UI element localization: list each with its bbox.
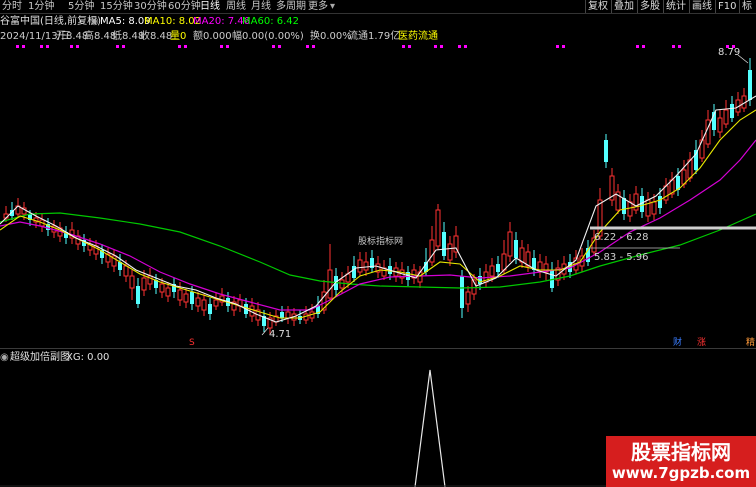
- signal-dot: [40, 45, 43, 48]
- candlesticks: [3, 58, 752, 334]
- candle-body: [208, 304, 212, 314]
- signal-dot: [636, 45, 639, 48]
- candle-body: [357, 259, 363, 273]
- candle-body: [435, 209, 441, 247]
- candle-body: [622, 198, 626, 214]
- signal-dot: [642, 45, 645, 48]
- signal-dots: [16, 45, 735, 48]
- signal-dot: [122, 45, 125, 48]
- candle-body: [723, 109, 729, 125]
- signal-dot: [46, 45, 49, 48]
- candle-body: [748, 70, 752, 100]
- signal-dot: [278, 45, 281, 48]
- candle-body: [159, 283, 165, 293]
- candle-body: [496, 264, 500, 272]
- candle-body: [136, 286, 140, 304]
- candle-body: [501, 253, 507, 271]
- candle-body: [651, 201, 657, 215]
- candle-body: [627, 201, 633, 217]
- candle-body: [285, 311, 291, 319]
- candle-body: [514, 240, 518, 258]
- signal-dot: [272, 45, 275, 48]
- xg-spike: [414, 369, 446, 487]
- gear-icon[interactable]: ◉: [0, 351, 9, 364]
- candle-body: [645, 199, 651, 217]
- candle-body: [658, 196, 662, 208]
- signal-dot: [408, 45, 411, 48]
- candle-body: [177, 289, 183, 301]
- candle-body: [213, 299, 219, 307]
- signal-dot: [116, 45, 119, 48]
- candle-body: [363, 261, 369, 271]
- signal-dot: [226, 45, 229, 48]
- signal-dot: [562, 45, 565, 48]
- candle-body: [165, 287, 171, 297]
- signal-dot: [434, 45, 437, 48]
- candle-body: [129, 275, 135, 289]
- watermark-title: 股票指标网: [631, 440, 731, 464]
- signal-dot: [70, 45, 73, 48]
- candle-body: [429, 239, 435, 263]
- signal-dot: [556, 45, 559, 48]
- high-price-label: 8.79: [718, 47, 741, 58]
- signal-dot: [464, 45, 467, 48]
- candle-body: [280, 312, 284, 318]
- watermark-url: www.7gpzb.com: [611, 464, 751, 482]
- candle-body: [123, 265, 129, 277]
- candle-body: [339, 279, 345, 289]
- signal-dot: [678, 45, 681, 48]
- candle-body: [489, 265, 495, 277]
- ma20-line: [0, 139, 756, 311]
- candle-body: [190, 292, 194, 304]
- candle-body: [717, 117, 723, 133]
- zone-label-2: 5.83 - 5.96: [594, 252, 649, 263]
- ma10-line: [0, 109, 756, 319]
- low-price-label: 4.71: [269, 329, 292, 340]
- candle-body: [442, 232, 446, 256]
- signal-dot: [672, 45, 675, 48]
- candle-body: [519, 247, 525, 263]
- candle-body: [447, 243, 453, 261]
- zone-label-1: 6.22 - 6.28: [594, 232, 649, 243]
- candle-body: [730, 104, 734, 118]
- candle-body: [478, 276, 482, 284]
- low-marker: [261, 327, 269, 336]
- signal-dot: [184, 45, 187, 48]
- candle-body: [183, 293, 189, 303]
- subchart-title: 超级加倍副图: [10, 352, 70, 363]
- signal-dot: [22, 45, 25, 48]
- candle-body: [141, 277, 147, 291]
- candle-body: [604, 140, 608, 162]
- signal-dot: [76, 45, 79, 48]
- signal-dot: [312, 45, 315, 48]
- candle-body: [327, 269, 333, 299]
- signal-dot: [306, 45, 309, 48]
- candle-body: [460, 276, 464, 308]
- signal-dot: [440, 45, 443, 48]
- signal-dot: [402, 45, 405, 48]
- signal-dot: [220, 45, 223, 48]
- signal-dot: [458, 45, 461, 48]
- site-watermark: 股票指标网 www.7gpzb.com: [606, 436, 756, 487]
- candle-body: [201, 299, 207, 311]
- xg-value: XG: 0.00: [66, 352, 110, 363]
- candle-body: [195, 297, 201, 307]
- candle-body: [465, 291, 471, 305]
- center-watermark: 股标指标网: [358, 237, 404, 247]
- panel-divider[interactable]: [0, 348, 756, 349]
- candle-body: [507, 231, 513, 257]
- signal-dot: [178, 45, 181, 48]
- signal-dot: [16, 45, 19, 48]
